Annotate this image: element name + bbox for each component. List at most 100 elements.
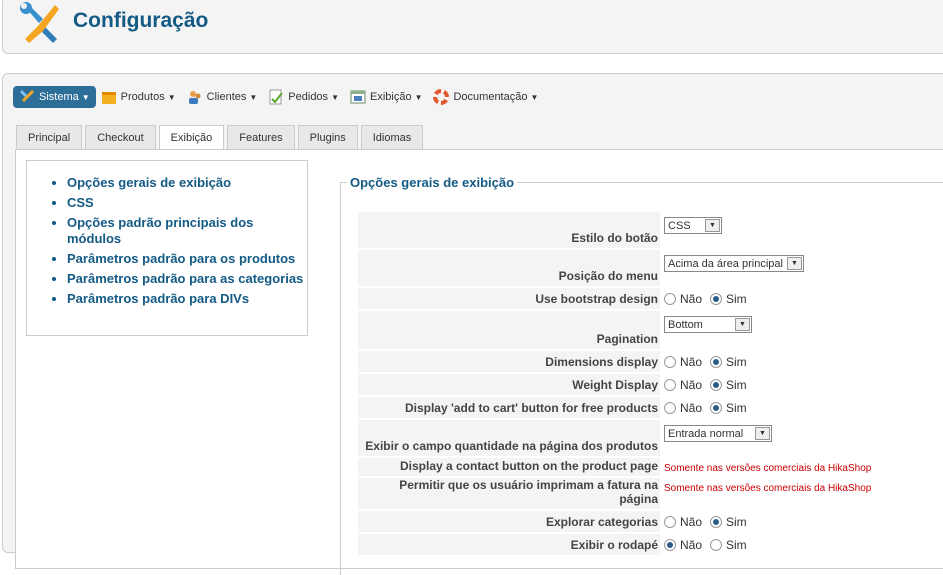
option-label: Use bootstrap design	[358, 288, 660, 309]
index-link[interactable]: Opções gerais de exibição	[67, 175, 231, 190]
radio-button[interactable]	[710, 402, 723, 414]
caret-down-icon: ▼	[81, 92, 90, 102]
option-select[interactable]: Acima da área principal ▼	[664, 255, 804, 272]
option-label: Exibir o rodapé	[358, 534, 660, 555]
index-link[interactable]: Opções padrão principais dos módulos	[67, 215, 253, 246]
menu-produtos[interactable]: Produtos ▼	[96, 86, 182, 108]
radio-button[interactable]	[664, 293, 676, 305]
menu-label: Sistema	[39, 91, 79, 103]
commercial-only-notice: Somente nas versões comerciais da HikaSh…	[664, 463, 872, 474]
radio-yes[interactable]: Sim	[710, 292, 747, 306]
index-link[interactable]: Parâmetros padrão para os produtos	[67, 251, 295, 266]
box-icon	[101, 89, 117, 105]
index-item: Parâmetros padrão para os produtos	[67, 251, 307, 267]
radio-label: Sim	[726, 515, 747, 529]
radio-yes[interactable]: Sim	[710, 355, 747, 369]
radio-no[interactable]: Não	[664, 292, 702, 306]
index-item: Parâmetros padrão para as categorias	[67, 271, 307, 287]
radio-no[interactable]: Não	[664, 401, 702, 415]
radio-button[interactable]	[710, 539, 723, 551]
option-select[interactable]: CSS ▼	[664, 217, 722, 234]
option-value: Bottom ▼	[660, 311, 872, 349]
radio-yes[interactable]: Sim	[710, 538, 747, 552]
option-value: Não Sim	[660, 288, 872, 309]
menu-label: Clientes	[206, 91, 247, 103]
radio-label: Sim	[726, 401, 747, 415]
radio-button[interactable]	[710, 293, 723, 305]
option-value: Somente nas versões comerciais da HikaSh…	[660, 478, 872, 509]
menu-documentacao[interactable]: Documentação ▼	[428, 86, 544, 108]
option-row: Estilo do botão CSS ▼	[358, 212, 872, 248]
option-row: Display a contact button on the product …	[358, 458, 872, 476]
menu-sistema[interactable]: Sistema ▼	[13, 86, 96, 108]
radio-label: Não	[680, 355, 703, 369]
select-value: Entrada normal	[668, 427, 744, 440]
option-row: Pagination Bottom ▼	[358, 311, 872, 349]
dropdown-arrow-icon: ▼	[755, 427, 770, 440]
radio-button[interactable]	[710, 356, 723, 368]
option-value: Não Sim	[660, 534, 872, 555]
tab-bar: Principal Checkout Exibição Features Plugins…	[16, 125, 424, 151]
radio-no[interactable]: Não	[664, 378, 702, 392]
radio-label: Sim	[726, 355, 747, 369]
index-link[interactable]: CSS	[67, 195, 94, 210]
menu-label: Produtos	[120, 91, 165, 103]
radio-no[interactable]: Não	[664, 515, 702, 529]
caret-down-icon: ▼	[414, 92, 423, 102]
radio-yes[interactable]: Sim	[710, 401, 747, 415]
radio-button[interactable]	[664, 516, 676, 528]
radio-label: Não	[680, 401, 703, 415]
option-value: Não Sim	[660, 511, 872, 532]
index-link[interactable]: Parâmetros padrão para as categorias	[67, 271, 303, 286]
option-label: Pagination	[358, 311, 660, 349]
radio-button[interactable]	[664, 402, 676, 414]
radio-no[interactable]: Não	[664, 355, 702, 369]
index-item: Parâmetros padrão para DIVs	[67, 291, 307, 307]
index-link[interactable]: Parâmetros padrão para DIVs	[67, 291, 249, 306]
tab-features[interactable]: Features	[227, 125, 295, 149]
section-index: Opções gerais de exibição CSS Opções padrã…	[26, 160, 308, 336]
orders-icon	[268, 89, 284, 105]
index-item: CSS	[67, 195, 307, 211]
tab-plugins[interactable]: Plugins	[297, 125, 358, 149]
radio-yes[interactable]: Sim	[710, 515, 747, 529]
lifebuoy-icon	[433, 89, 450, 105]
section-title: Opções gerais de exibição	[350, 175, 515, 190]
main-menu: Sistema ▼ Produtos ▼ Clientes ▼ Pedidos ▼ Exibiç…	[13, 86, 544, 108]
option-value: CSS ▼	[660, 212, 872, 248]
radio-button[interactable]	[664, 379, 676, 391]
radio-no[interactable]: Não	[664, 538, 702, 552]
radio-label: Não	[680, 538, 703, 552]
tab-idiomas[interactable]: Idiomas	[360, 125, 424, 149]
option-value: Não Sim	[660, 374, 872, 395]
radio-yes[interactable]: Sim	[710, 378, 747, 392]
option-value: Não Sim	[660, 397, 872, 418]
option-label: Exibir o campo quantidade na página dos …	[358, 420, 660, 456]
menu-pedidos[interactable]: Pedidos ▼	[263, 86, 345, 108]
radio-button[interactable]	[664, 539, 676, 551]
radio-label: Não	[680, 292, 703, 306]
option-label: Explorar categorias	[358, 511, 660, 532]
option-row: Use bootstrap design Não Sim	[358, 288, 872, 309]
tools-icon	[19, 89, 35, 105]
dropdown-arrow-icon: ▼	[787, 257, 802, 270]
page-title: Configuração	[73, 9, 209, 32]
option-label: Permitir que os usuário imprimam a fatur…	[358, 478, 660, 509]
radio-button[interactable]	[710, 516, 723, 528]
radio-button[interactable]	[710, 379, 723, 391]
menu-label: Documentação	[453, 91, 528, 103]
option-label: Display a contact button on the product …	[358, 458, 660, 476]
radio-label: Sim	[726, 378, 747, 392]
menu-clientes[interactable]: Clientes ▼	[182, 86, 264, 108]
option-select[interactable]: Entrada normal ▼	[664, 425, 772, 442]
option-row: Exibir o campo quantidade na página dos …	[358, 420, 872, 456]
tab-exibicao[interactable]: Exibição	[158, 125, 225, 151]
radio-button[interactable]	[664, 356, 676, 368]
tab-principal[interactable]: Principal	[16, 125, 83, 149]
menu-exibicao[interactable]: Exibição ▼	[345, 86, 429, 108]
tab-checkout[interactable]: Checkout	[85, 125, 156, 149]
option-value: Não Sim	[660, 351, 872, 372]
select-value: CSS	[668, 219, 691, 232]
index-item: Opções gerais de exibição	[67, 175, 307, 191]
option-select[interactable]: Bottom ▼	[664, 316, 752, 333]
